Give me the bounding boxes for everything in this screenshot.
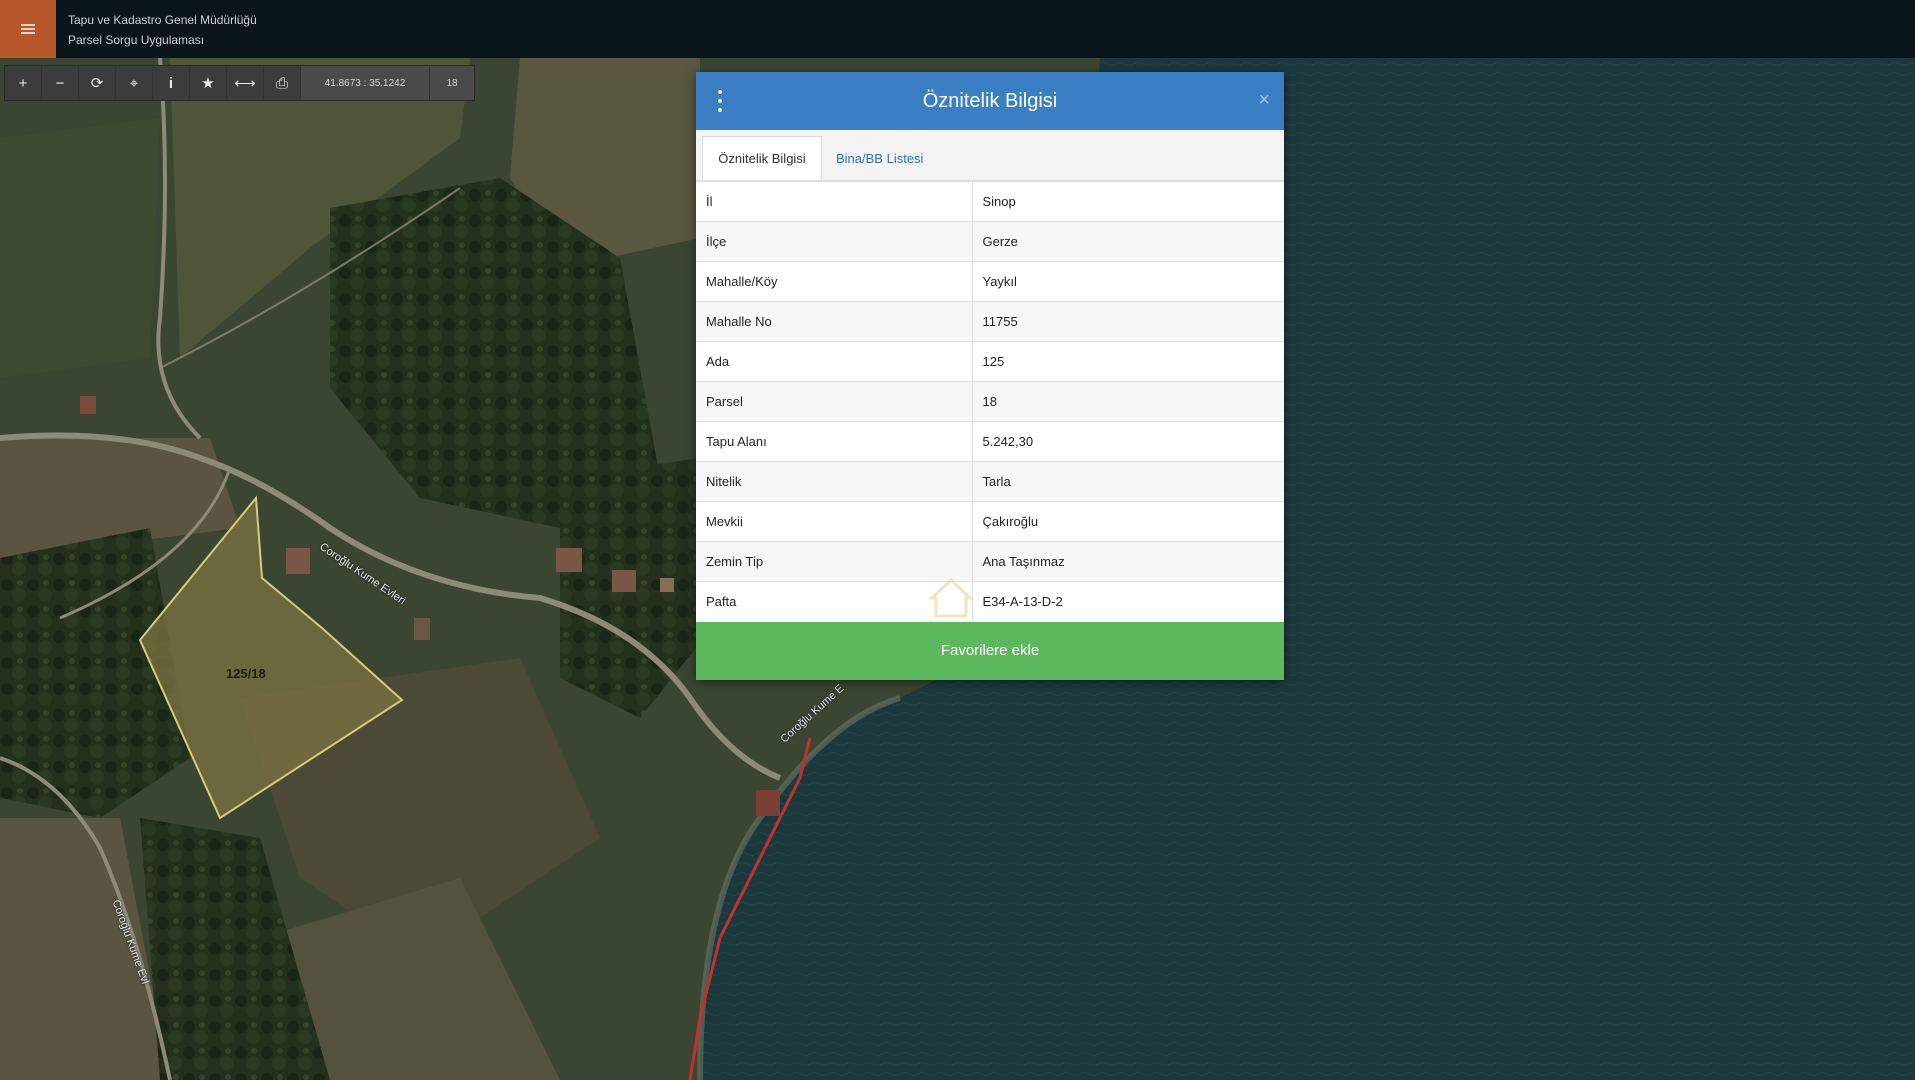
table-row: Mevkii Çakıroğlu xyxy=(696,501,1284,542)
table-row: İl Sinop xyxy=(696,181,1284,222)
row-value: 18 xyxy=(972,381,1284,422)
add-to-favorites-button[interactable]: Favorilere ekle xyxy=(696,621,1284,680)
tab-attribute-info[interactable]: Öznitelik Bilgisi xyxy=(702,136,822,180)
print-button[interactable]: ⎙ xyxy=(264,66,301,100)
table-row: Zemin Tip Ana Taşınmaz xyxy=(696,541,1284,582)
locate-icon: ⌖ xyxy=(129,74,139,92)
parcel-label: 125/18 xyxy=(226,666,266,681)
table-row: Nitelik Tarla xyxy=(696,461,1284,502)
brand: Tapu ve Kadastro Genel Müdürlüğü Parsel … xyxy=(68,10,257,50)
row-value: E34-A-13-D-2 xyxy=(972,581,1284,622)
kebab-menu-icon[interactable] xyxy=(716,90,724,112)
attribute-dialog: Öznitelik Bilgisi × Öznitelik Bilgisi Bi… xyxy=(696,72,1284,680)
row-key: Tapu Alanı xyxy=(696,421,973,462)
row-key: Mahalle No xyxy=(696,301,973,342)
table-row: İlçe Gerze xyxy=(696,221,1284,262)
zoom-out-icon: − xyxy=(55,74,65,92)
row-key: İlçe xyxy=(696,221,973,262)
refresh-button[interactable]: ⟳ xyxy=(79,66,116,100)
table-row: Tapu Alanı 5.242,30 xyxy=(696,421,1284,462)
row-value: Tarla xyxy=(972,461,1284,502)
measure-button[interactable]: ⟷ xyxy=(227,66,264,100)
zoom-level-readout: 18 xyxy=(430,66,474,100)
zoom-out-button[interactable]: − xyxy=(42,66,79,100)
row-value: Sinop xyxy=(972,181,1284,222)
menu-button[interactable] xyxy=(0,0,56,58)
table-row: Mahalle/Köy Yaykıl xyxy=(696,261,1284,302)
row-value: Ana Taşınmaz xyxy=(972,541,1284,582)
row-value: 125 xyxy=(972,341,1284,382)
dialog-title: Öznitelik Bilgisi xyxy=(922,89,1058,112)
info-icon: i xyxy=(168,74,174,92)
dialog-header: Öznitelik Bilgisi × xyxy=(696,72,1284,130)
table-row: Ada 125 xyxy=(696,341,1284,382)
table-row: Parsel 18 xyxy=(696,381,1284,422)
refresh-icon: ⟳ xyxy=(90,75,104,92)
row-key: Parsel xyxy=(696,381,973,422)
org-name: Tapu ve Kadastro Genel Müdürlüğü xyxy=(68,13,257,27)
measure-icon: ⟷ xyxy=(234,75,256,92)
row-key: Mahalle/Köy xyxy=(696,261,973,302)
row-key: Ada xyxy=(696,341,973,382)
row-key: Mevkii xyxy=(696,501,973,542)
row-value: Yaykıl xyxy=(972,261,1284,302)
app-name: Parsel Sorgu Uygulaması xyxy=(68,33,205,47)
row-value: Gerze xyxy=(972,221,1284,262)
row-value: 11755 xyxy=(972,301,1284,342)
table-row: Mahalle No 11755 xyxy=(696,301,1284,342)
hamburger-icon xyxy=(21,24,35,34)
top-bar: Tapu ve Kadastro Genel Müdürlüğü Parsel … xyxy=(0,0,1915,58)
dialog-tabs: Öznitelik Bilgisi Bina/BB Listesi xyxy=(696,130,1284,181)
coordinate-readout: 41.8673 : 35.1242 xyxy=(301,66,430,100)
info-button[interactable]: i xyxy=(153,66,190,100)
row-value: 5.242,30 xyxy=(972,421,1284,462)
table-row: Pafta E34-A-13-D-2 xyxy=(696,581,1284,622)
house-watermark-icon xyxy=(928,577,974,618)
zoom-in-button[interactable]: + xyxy=(5,66,42,100)
attribute-table: İl Sinop İlçe Gerze Mahalle/Köy Yaykıl Maha… xyxy=(696,181,1284,622)
tab-building-list[interactable]: Bina/BB Listesi xyxy=(830,136,923,180)
zoom-in-icon: + xyxy=(18,74,28,92)
print-icon: ⎙ xyxy=(275,74,288,92)
map-toolbar: + − ⟳ ⌖ i ★ ⟷ ⎙ 41.8673 : 35.1242 18 xyxy=(4,65,475,101)
locate-button[interactable]: ⌖ xyxy=(116,66,153,100)
row-value: Çakıroğlu xyxy=(972,501,1284,542)
star-icon: ★ xyxy=(201,75,215,92)
close-icon[interactable]: × xyxy=(1258,89,1270,112)
row-key: İl xyxy=(696,181,973,222)
favorites-button[interactable]: ★ xyxy=(190,66,227,100)
row-key: Nitelik xyxy=(696,461,973,502)
